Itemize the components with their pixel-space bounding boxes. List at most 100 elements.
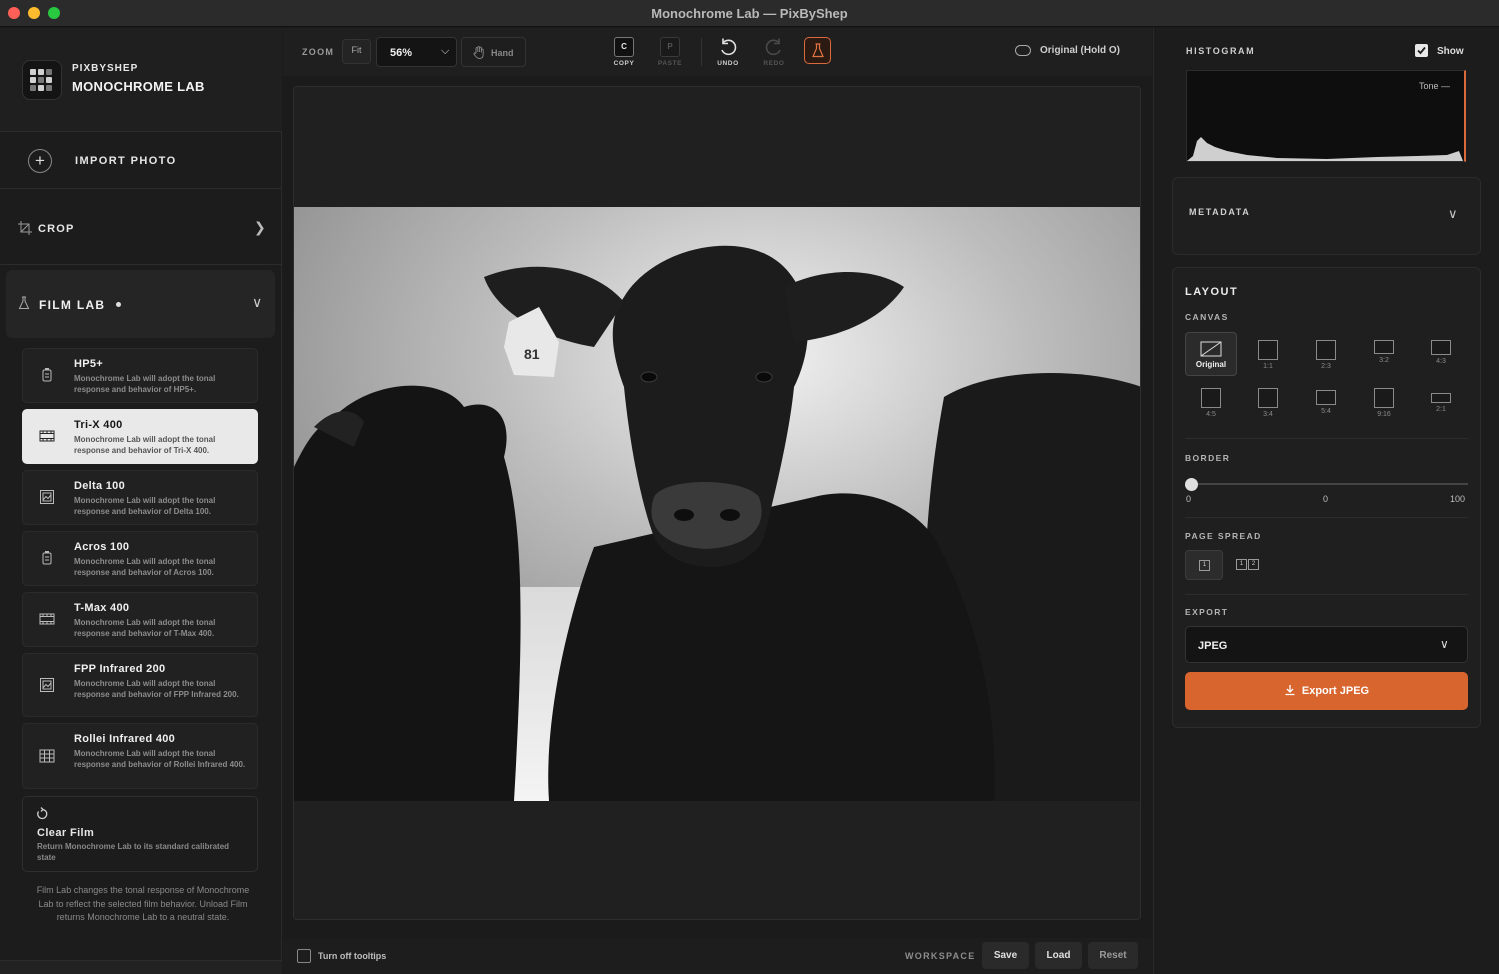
film-grid-icon — [39, 749, 55, 763]
ratio-2-1-button[interactable]: 2:1 — [1418, 384, 1464, 424]
ratio-label: 1:1 — [1263, 363, 1273, 370]
clear-film-button[interactable]: Clear Film Return Monochrome Lab to its … — [22, 796, 258, 872]
canvas-area[interactable]: 81 — [293, 86, 1141, 920]
undo-label: UNDO — [717, 60, 739, 67]
flask-icon — [18, 296, 30, 309]
ratio-4-5-button[interactable]: 4:5 — [1188, 384, 1234, 424]
histogram-graph: Tone — — [1186, 70, 1466, 162]
metadata-section[interactable]: METADATA ∨ — [1172, 177, 1481, 255]
section-divider — [1185, 517, 1468, 518]
border-slider-track[interactable] — [1189, 483, 1468, 485]
ratio-4-3-button[interactable]: 4:3 — [1418, 336, 1464, 376]
film-description: Monochrome Lab will adopt the tonal resp… — [74, 557, 216, 577]
film-item-delta-100[interactable]: Delta 100 Monochrome Lab will adopt the … — [22, 470, 258, 525]
film-lab-toggle-button[interactable] — [804, 37, 831, 64]
metadata-title: METADATA — [1189, 207, 1251, 217]
histogram-show-label: Show — [1437, 46, 1464, 57]
film-item-fpp-infrared-200[interactable]: FPP Infrared 200 Monochrome Lab will ado… — [22, 653, 258, 717]
workspace-reset-button[interactable]: Reset — [1088, 942, 1138, 969]
layout-title: LAYOUT — [1185, 286, 1239, 298]
bottom-bar: Turn off tooltips WORKSPACE Save Load Re… — [283, 938, 1152, 974]
chevron-down-icon: ∨ — [1448, 206, 1458, 221]
workspace-load-button[interactable]: Load — [1035, 942, 1082, 969]
crop-label: CROP — [38, 223, 75, 235]
border-slider-handle[interactable] — [1185, 478, 1198, 491]
film-description: Monochrome Lab will adopt the tonal resp… — [74, 435, 216, 455]
single-page-icon: 1 — [1199, 560, 1210, 571]
clear-film-description: Return Monochrome Lab to its standard ca… — [37, 842, 230, 862]
ratio-label: 2:1 — [1436, 406, 1446, 413]
single-page-button[interactable]: 1 — [1185, 550, 1223, 580]
ratio-3-2-button[interactable]: 3:2 — [1361, 336, 1407, 376]
reset-arrow-icon — [37, 807, 48, 820]
chevron-down-icon: ⌵ — [441, 45, 450, 57]
chevron-right-icon: ❯ — [254, 219, 266, 235]
ratio-label: 3:4 — [1263, 411, 1273, 418]
toolbar-divider — [701, 38, 702, 66]
flask-icon — [812, 43, 824, 58]
film-name: Acros 100 — [74, 541, 130, 553]
redo-label: REDO — [763, 60, 785, 67]
original-toggle[interactable] — [1015, 45, 1031, 56]
ratio-5-4-button[interactable]: 5:4 — [1303, 384, 1349, 424]
film-name: FPP Infrared 200 — [74, 663, 166, 675]
photo-preview[interactable]: 81 — [294, 207, 1140, 801]
redo-button[interactable]: REDO — [760, 37, 788, 67]
histogram-show-checkbox[interactable] — [1415, 44, 1428, 57]
right-page-icon: 2 — [1248, 559, 1259, 570]
film-strip-icon — [39, 613, 55, 625]
film-item-t-max-400[interactable]: T-Max 400 Monochrome Lab will adopt the … — [22, 592, 258, 647]
copy-label: COPY — [613, 60, 635, 67]
ratio-original-button[interactable]: Original — [1185, 332, 1237, 376]
film-canister-icon — [42, 368, 52, 382]
undo-button[interactable]: UNDO — [714, 37, 742, 67]
workspace-save-button[interactable]: Save — [982, 942, 1029, 969]
ratio-3-4-button[interactable]: 3:4 — [1245, 384, 1291, 424]
film-description: Monochrome Lab will adopt the tonal resp… — [74, 679, 239, 699]
export-jpeg-button[interactable]: Export JPEG — [1185, 672, 1468, 710]
tooltips-label: Turn off tooltips — [318, 951, 387, 961]
left-sidebar: PIXBYSHEP MONOCHROME LAB + IMPORT PHOTO … — [0, 28, 282, 974]
film-description: Monochrome Lab will adopt the tonal resp… — [74, 374, 216, 394]
import-photo-button[interactable]: + IMPORT PHOTO — [0, 133, 282, 189]
sidebar-footer-bar — [0, 960, 282, 974]
film-item-acros-100[interactable]: Acros 100 Monochrome Lab will adopt the … — [22, 531, 258, 586]
original-label: Original (Hold O) — [1040, 45, 1120, 56]
paste-button[interactable]: P PASTE — [656, 37, 684, 67]
top-toolbar: ZOOM Fit 56% ⌵ Hand C COPY P PASTE UNDO … — [283, 28, 1152, 76]
left-page-icon: 1 — [1236, 559, 1247, 570]
film-item-tri-x-400[interactable]: Tri-X 400 Monochrome Lab will adopt the … — [22, 409, 258, 464]
histogram-title: HISTOGRAM — [1186, 46, 1256, 56]
ratio-label: 3:2 — [1379, 357, 1389, 364]
copy-button[interactable]: C COPY — [610, 37, 638, 67]
page-spread-title: PAGE SPREAD — [1185, 531, 1262, 541]
crop-section[interactable]: CROP ❯ — [0, 190, 282, 265]
border-current-value: 0 — [1323, 494, 1329, 504]
export-format-select[interactable]: JPEG ∨ — [1185, 626, 1468, 663]
paste-key: P — [660, 37, 680, 57]
film-lab-header[interactable]: FILM LAB ∨ — [6, 270, 275, 338]
ratio-1-1-button[interactable]: 1:1 — [1245, 336, 1291, 376]
zoom-fit-button[interactable]: Fit — [342, 39, 371, 64]
image-frame-icon — [40, 678, 54, 692]
brand-header: PIXBYSHEP MONOCHROME LAB — [0, 28, 282, 132]
brand-company: PIXBYSHEP — [72, 63, 139, 74]
ratio-label: 4:3 — [1436, 358, 1446, 365]
tooltips-checkbox[interactable] — [297, 949, 311, 963]
film-item-hp5[interactable]: HP5+ Monochrome Lab will adopt the tonal… — [22, 348, 258, 403]
layout-section: LAYOUT CANVAS Original 1:1 2:3 3:2 4:3 4… — [1172, 267, 1481, 728]
hand-tool-label: Hand — [491, 48, 514, 58]
two-page-spread-button[interactable]: 1 2 — [1231, 550, 1269, 580]
zoom-select[interactable]: 56% ⌵ — [376, 37, 457, 67]
hand-tool-button[interactable]: Hand — [461, 37, 526, 67]
film-description: Monochrome Lab will adopt the tonal resp… — [74, 618, 216, 638]
film-description: Monochrome Lab will adopt the tonal resp… — [74, 749, 246, 769]
border-max-value: 100 — [1450, 494, 1466, 504]
film-lab-label: FILM LAB — [39, 298, 106, 312]
ratio-9-16-button[interactable]: 9:16 — [1361, 384, 1407, 424]
export-button-label: Export JPEG — [1301, 685, 1370, 697]
film-item-rollei-infrared-400[interactable]: Rollei Infrared 400 Monochrome Lab will … — [22, 723, 258, 789]
ratio-2-3-button[interactable]: 2:3 — [1303, 336, 1349, 376]
plus-icon: + — [28, 149, 52, 173]
import-photo-label: IMPORT PHOTO — [75, 155, 177, 167]
